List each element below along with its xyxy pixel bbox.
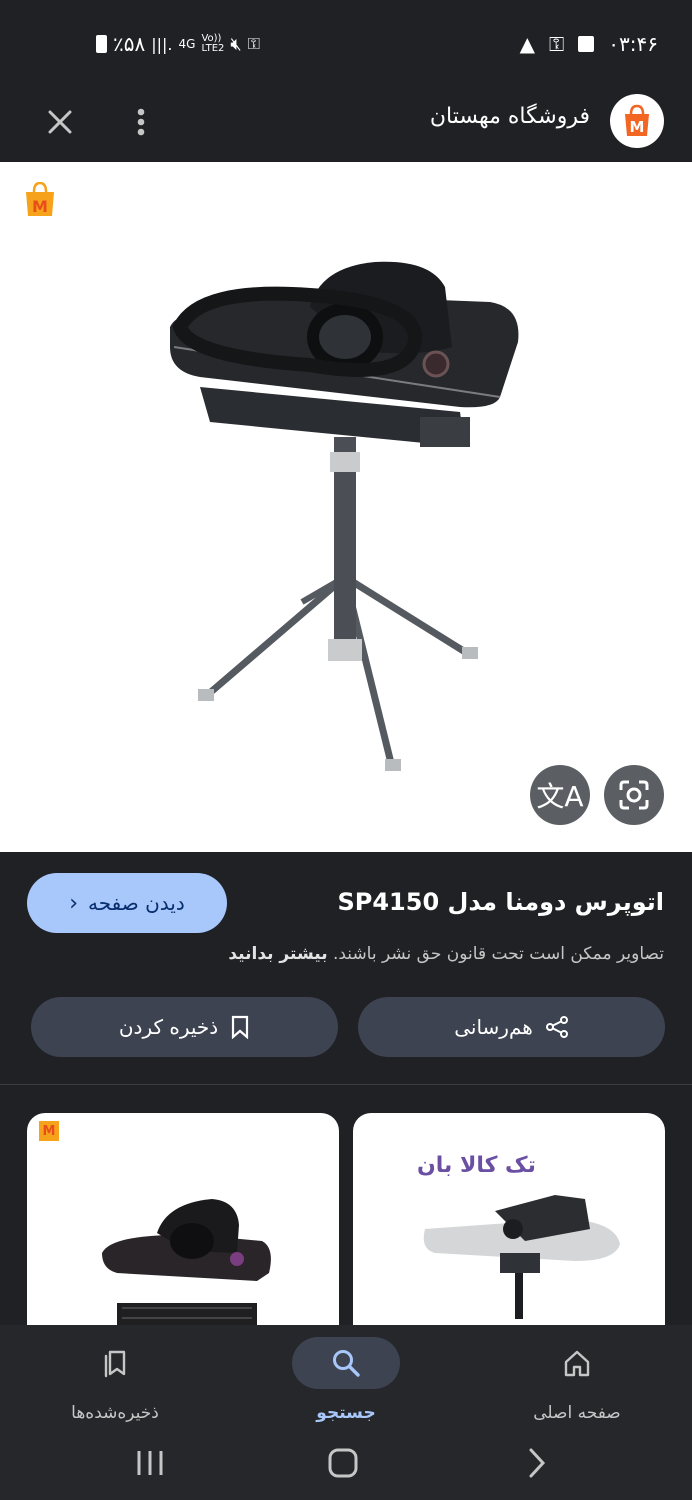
svg-text:M: M xyxy=(32,197,48,216)
search-icon xyxy=(333,1350,360,1377)
divider xyxy=(0,1084,692,1085)
copyright-text: تصاویر ممکن است تحت قانون حق نشر باشند. xyxy=(332,944,664,964)
nav-search-pill xyxy=(292,1337,400,1389)
nav-home[interactable]: صفحه اصلی xyxy=(462,1337,692,1437)
battery-level: ٪۵۸ xyxy=(113,32,146,56)
steam-press-product-image xyxy=(170,261,519,771)
home-icon xyxy=(564,1350,590,1377)
product-image-viewer[interactable]: M 文A xyxy=(0,162,692,852)
lens-search-button[interactable] xyxy=(604,765,664,825)
close-icon xyxy=(48,110,72,134)
share-icon xyxy=(545,1016,568,1038)
product-info-panel: اتوپرس دومنا مدل SP4150 دیدن صفحه ‹ تصاو… xyxy=(0,852,692,1084)
related-product-image xyxy=(423,1195,620,1319)
top-app-bar: فروشگاه مهستان M xyxy=(0,82,692,162)
vpn-key-icon: ⚿ xyxy=(247,34,260,53)
lens-icon xyxy=(619,780,649,810)
status-left: ٪۵۸ |||. 4G Vo)) LTE2 🔇︎ ⚿ xyxy=(96,32,260,56)
related-result-card[interactable]: M xyxy=(27,1113,339,1353)
bookmark-icon xyxy=(232,1015,249,1039)
save-label: ذخیره کردن xyxy=(118,1015,219,1039)
nav-saved-pill xyxy=(61,1337,169,1389)
chevron-right-icon xyxy=(529,1448,546,1478)
back-system-button[interactable] xyxy=(507,1443,567,1483)
bottom-navigation: صفحه اصلی جستجو ذخیره‌شده‌ها xyxy=(0,1325,692,1500)
share-label: هم‌رسانی xyxy=(454,1015,533,1039)
warning-icon: ▲ xyxy=(519,32,536,56)
nav-home-pill xyxy=(523,1337,631,1389)
copyright-notice: تصاویر ممکن است تحت قانون حق نشر باشند. … xyxy=(228,944,664,964)
visit-label: دیدن صفحه xyxy=(88,891,185,915)
status-right: ▲ ⚿ ۰۳:۴۶ xyxy=(520,32,658,56)
close-button[interactable] xyxy=(36,98,84,146)
home-system-button[interactable] xyxy=(313,1443,373,1483)
save-button[interactable]: ذخیره کردن xyxy=(31,997,338,1057)
share-button[interactable]: هم‌رسانی xyxy=(358,997,665,1057)
visit-page-button[interactable]: دیدن صفحه ‹ xyxy=(27,873,227,933)
nav-search-label: جستجو xyxy=(316,1403,376,1423)
related-result-card[interactable]: تک کالا بان xyxy=(353,1113,665,1353)
signal-icon: |||. xyxy=(151,34,173,54)
recent-apps-button[interactable] xyxy=(120,1443,180,1483)
mute-icon: 🔇︎ xyxy=(230,33,242,55)
saved-collections-icon xyxy=(104,1350,126,1378)
shopping-bag-logo-icon: M xyxy=(625,104,649,136)
svg-text:M: M xyxy=(630,118,645,136)
network-type: 4G xyxy=(178,37,196,51)
related-brand-logo: تک کالا بان xyxy=(417,1153,536,1178)
learn-more-link[interactable]: بیشتر بدانید xyxy=(228,944,327,964)
recents-icon xyxy=(137,1451,163,1475)
volte-indicator: Vo)) LTE2 xyxy=(201,33,225,54)
image-icon xyxy=(578,36,595,52)
shopping-bag-logo-icon: M xyxy=(26,181,54,216)
home-square-icon xyxy=(328,1448,358,1478)
site-logo[interactable]: M xyxy=(610,94,664,148)
site-name[interactable]: فروشگاه مهستان xyxy=(430,104,590,129)
key-icon: ⚿ xyxy=(549,32,565,56)
nav-saved-label: ذخیره‌شده‌ها xyxy=(71,1403,159,1423)
status-bar: ٪۵۸ |||. 4G Vo)) LTE2 🔇︎ ⚿ ▲ ⚿ ۰۳:۴۶ xyxy=(0,0,692,82)
source-logo: M xyxy=(39,1121,59,1141)
chevron-left-icon: ‹ xyxy=(69,890,79,916)
nav-saved[interactable]: ذخیره‌شده‌ها xyxy=(0,1337,230,1437)
battery-icon xyxy=(96,35,107,53)
nav-search[interactable]: جستجو xyxy=(231,1337,461,1437)
source-watermark-logo: M xyxy=(24,181,56,222)
translate-button[interactable]: 文A xyxy=(530,765,590,825)
clock-time: ۰۳:۴۶ xyxy=(608,32,658,56)
more-options-button[interactable] xyxy=(117,98,165,146)
nav-home-label: صفحه اصلی xyxy=(533,1403,621,1423)
translate-icon: 文A xyxy=(536,780,584,813)
more-vert-icon xyxy=(137,108,145,136)
product-title: اتوپرس دومنا مدل SP4150 xyxy=(337,888,664,916)
